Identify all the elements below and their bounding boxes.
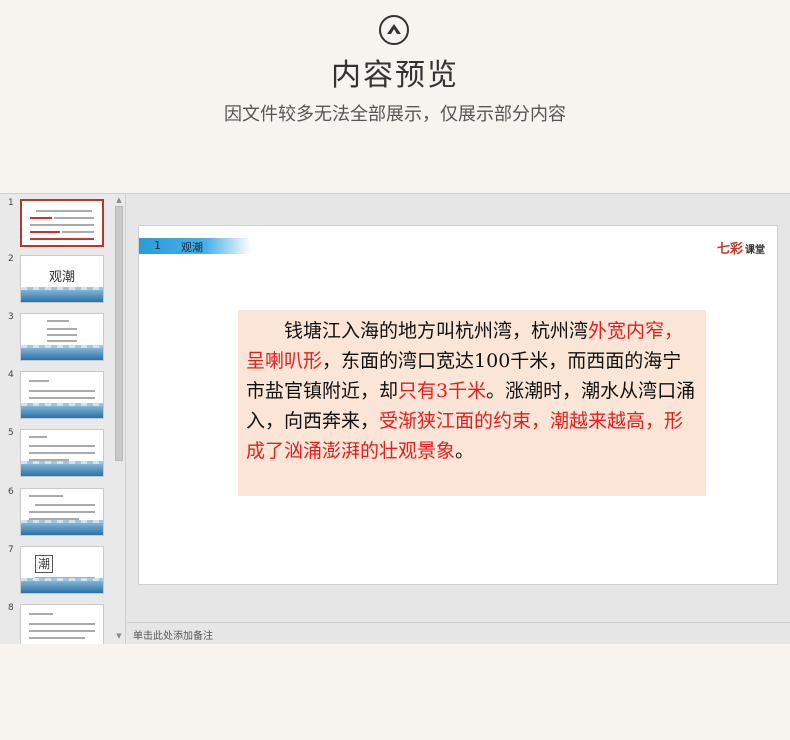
brand-logo: 七彩 课堂: [717, 238, 765, 257]
presentation-viewer: 1 2 观潮 3 4 5 6 7 潮 8 ▲ ▼ 1 观潮 七彩 课堂 钱塘江入…: [0, 193, 790, 644]
slide-text-box[interactable]: 钱塘江入海的地方叫杭州湾，杭州湾外宽内窄，呈喇叭形，东面的湾口宽达100千米，而…: [238, 310, 706, 496]
thumbnail-slide-6[interactable]: 6: [0, 485, 112, 536]
thumbnail-title: 观潮: [48, 270, 75, 285]
thumbnail-number: 1: [8, 198, 14, 208]
thumbnail-preview[interactable]: [20, 199, 104, 247]
brand-logo-main: 七彩: [716, 242, 743, 257]
thumbnail-slide-2[interactable]: 2 观潮: [0, 252, 112, 303]
page-subtitle: 因文件较多无法全部展示，仅展示部分内容: [224, 104, 566, 125]
text-run: 。: [455, 440, 475, 462]
thumbnail-number: 5: [8, 428, 14, 438]
thumbnail-character: 潮: [35, 555, 53, 573]
thumbnail-slide-5[interactable]: 5: [0, 426, 112, 477]
text-run: 钱塘江入海的地方叫杭州湾，杭州湾: [246, 320, 589, 342]
page-title: 内容预览: [331, 58, 459, 93]
thumbnail-preview[interactable]: 潮: [20, 546, 104, 594]
thumbnail-slide-7[interactable]: 7 潮: [0, 543, 112, 594]
current-slide[interactable]: 1 观潮 七彩 课堂 钱塘江入海的地方叫杭州湾，杭州湾外宽内窄，呈喇叭形，东面的湾…: [138, 225, 778, 585]
thumbnail-preview[interactable]: [20, 488, 104, 536]
thumbnail-preview[interactable]: [20, 371, 104, 419]
up-chevron-circle-icon: [379, 15, 409, 45]
thumbnail-preview[interactable]: [20, 429, 104, 477]
thumbnail-number: 8: [8, 603, 14, 613]
thumbnail-scrollbar[interactable]: ▲ ▼: [114, 196, 124, 642]
highlight-text-run: 只有3千米: [398, 380, 487, 402]
slide-editing-area: 1 观潮 七彩 课堂 钱塘江入海的地方叫杭州湾，杭州湾外宽内窄，呈喇叭形，东面的湾…: [127, 194, 790, 622]
thumbnail-slide-3[interactable]: 3: [0, 310, 112, 361]
thumbnail-number: 4: [8, 370, 14, 380]
slide-paragraph: 钱塘江入海的地方叫杭州湾，杭州湾外宽内窄，呈喇叭形，东面的湾口宽达100千米，而…: [246, 316, 696, 466]
thumbnail-slide-8[interactable]: 8: [0, 601, 112, 644]
notes-pane[interactable]: 单击此处添加备注: [127, 622, 790, 644]
thumbnail-slide-1[interactable]: 1: [0, 196, 112, 247]
scroll-up-arrow-icon[interactable]: ▲: [115, 196, 123, 204]
scroll-down-arrow-icon[interactable]: ▼: [115, 632, 123, 640]
thumbnail-preview[interactable]: 观潮: [20, 255, 104, 303]
scrollbar-thumb[interactable]: [115, 206, 123, 461]
notes-placeholder[interactable]: 单击此处添加备注: [133, 627, 213, 642]
slide-section-number: 1: [154, 239, 161, 252]
thumbnail-slide-4[interactable]: 4: [0, 368, 112, 419]
slide-section-title: 观潮: [181, 241, 203, 254]
thumbnail-preview[interactable]: [20, 313, 104, 361]
thumbnail-number: 7: [8, 545, 14, 555]
slide-thumbnail-pane[interactable]: 1 2 观潮 3 4 5 6 7 潮 8 ▲ ▼: [0, 194, 126, 644]
brand-logo-sub: 课堂: [745, 245, 765, 256]
thumbnail-preview[interactable]: [20, 604, 104, 644]
thumbnail-number: 3: [8, 312, 14, 322]
thumbnail-number: 2: [8, 254, 14, 264]
thumbnail-number: 6: [8, 487, 14, 497]
